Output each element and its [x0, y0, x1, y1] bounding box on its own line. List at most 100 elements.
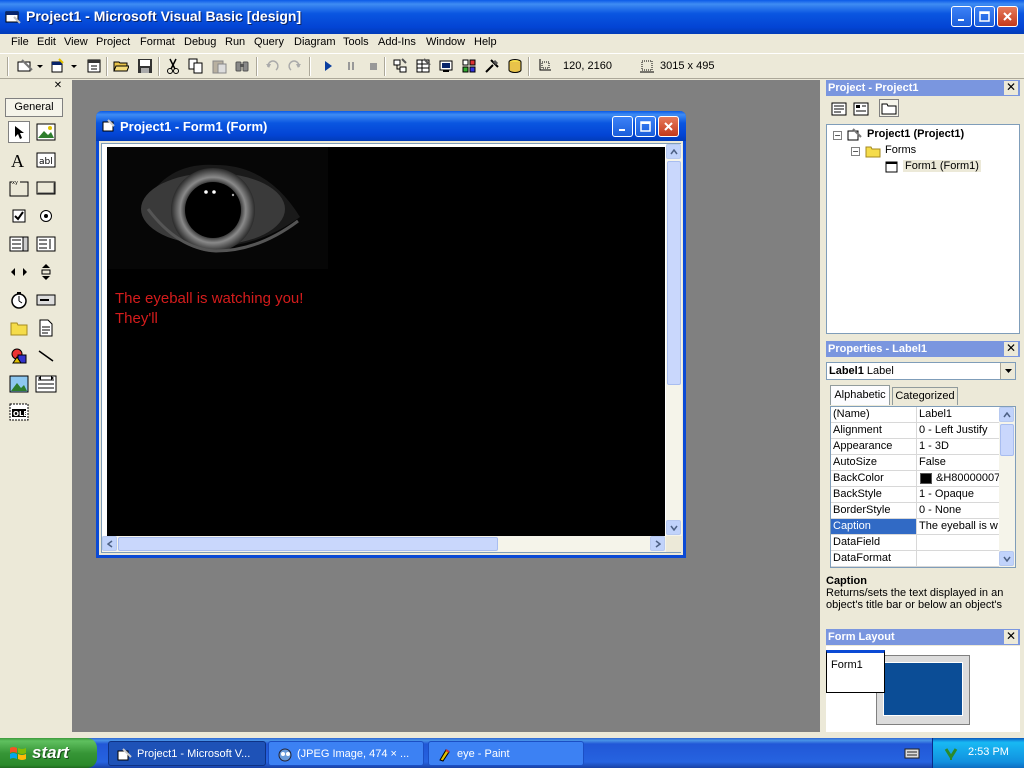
menu-tools[interactable]: Tools — [343, 36, 369, 48]
form-layout-close-icon[interactable]: ✕ — [1004, 630, 1018, 644]
toolbox-close-icon[interactable]: ✕ — [52, 80, 64, 92]
tab-alphabetic[interactable]: Alphabetic — [830, 385, 890, 405]
property-row[interactable]: (Name) Label1 — [831, 407, 999, 423]
app-titlebar[interactable]: Project1 - Microsoft Visual Basic [desig… — [0, 0, 1024, 34]
ole-tool-icon[interactable]: OLE — [8, 401, 30, 423]
label-tool-icon[interactable]: A — [8, 149, 30, 171]
vertical-scroll-thumb[interactable] — [667, 161, 681, 385]
combobox-tool-icon[interactable] — [8, 233, 30, 255]
scroll-left-icon[interactable] — [102, 536, 117, 551]
tree-form1-item[interactable]: Form1 (Form1) — [903, 160, 981, 172]
form-minimize-button[interactable] — [612, 116, 633, 137]
menu-run[interactable]: Run — [225, 36, 245, 48]
pointer-tool-icon[interactable] — [8, 121, 30, 143]
scroll-up-icon[interactable] — [666, 144, 681, 159]
props-scroll-down-icon[interactable] — [999, 551, 1014, 566]
task-vb[interactable]: Project1 - Microsoft V... — [108, 741, 266, 766]
open-folder-icon[interactable] — [111, 57, 131, 75]
menu-add-ins[interactable]: Add-Ins — [378, 36, 416, 48]
property-row[interactable]: DataField — [831, 535, 999, 551]
start-run-icon[interactable] — [318, 57, 338, 75]
toolbox-icon[interactable] — [482, 57, 502, 75]
toolbox-tab-general[interactable]: General — [5, 98, 63, 117]
menu-debug[interactable]: Debug — [184, 36, 216, 48]
collapse-forms-icon[interactable]: − — [851, 147, 860, 156]
copy-icon[interactable] — [186, 57, 206, 75]
property-row[interactable]: Appearance 1 - 3D — [831, 439, 999, 455]
line-tool-icon[interactable] — [35, 345, 57, 367]
scroll-down-icon[interactable] — [666, 520, 681, 535]
cut-icon[interactable] — [163, 57, 183, 75]
tab-categorized[interactable]: Categorized — [892, 387, 958, 405]
project-panel-close-icon[interactable]: ✕ — [1004, 81, 1018, 95]
property-row[interactable]: BorderStyle 0 - None — [831, 503, 999, 519]
menu-file[interactable]: File — [11, 36, 29, 48]
property-row[interactable]: AutoSize False — [831, 455, 999, 471]
horizontal-scroll-thumb[interactable] — [118, 537, 498, 551]
shape-tool-icon[interactable] — [8, 345, 30, 367]
properties-window-icon[interactable] — [413, 57, 433, 75]
minimize-button[interactable] — [951, 6, 972, 27]
close-button[interactable] — [997, 6, 1018, 27]
form-horizontal-scrollbar[interactable] — [102, 536, 666, 552]
form-window-titlebar[interactable]: Project1 - Form1 (Form) — [96, 111, 686, 141]
commandbutton-tool-icon[interactable] — [35, 177, 57, 199]
menu-query[interactable]: Query — [254, 36, 284, 48]
menu-window[interactable]: Window — [426, 36, 465, 48]
start-button[interactable]: start — [0, 738, 97, 768]
checkbox-tool-icon[interactable] — [8, 205, 30, 227]
menu-edit[interactable]: Edit — [37, 36, 56, 48]
eyeball-image[interactable] — [108, 147, 328, 269]
tree-forms-folder[interactable]: Forms — [885, 144, 916, 156]
project-explorer-icon[interactable] — [390, 57, 410, 75]
form-close-button[interactable] — [658, 116, 679, 137]
filelistbox-tool-icon[interactable] — [35, 317, 57, 339]
timer-tool-icon[interactable] — [8, 289, 30, 311]
menu-editor-icon[interactable] — [84, 57, 104, 75]
chevron-down-icon[interactable] — [1000, 363, 1015, 379]
form-vertical-scrollbar[interactable] — [666, 144, 682, 536]
properties-panel-close-icon[interactable]: ✕ — [1004, 342, 1018, 356]
add-form-icon[interactable] — [48, 57, 80, 75]
optionbutton-tool-icon[interactable] — [35, 205, 57, 227]
property-row[interactable]: DataFormat — [831, 551, 999, 567]
form-layout-panel-title[interactable]: Form Layout — [826, 629, 1020, 645]
data-tool-icon[interactable] — [35, 373, 57, 395]
menu-view[interactable]: View — [64, 36, 88, 48]
props-scroll-up-icon[interactable] — [999, 407, 1014, 422]
menu-help[interactable]: Help — [474, 36, 497, 48]
form-maximize-button[interactable] — [635, 116, 656, 137]
tree-project-root[interactable]: Project1 (Project1) — [867, 128, 964, 140]
view-object-icon[interactable] — [851, 100, 871, 118]
menu-project[interactable]: Project — [96, 36, 130, 48]
drivelistbox-tool-icon[interactable] — [35, 289, 57, 311]
property-row-selected[interactable]: Caption The eyeball is w — [831, 519, 999, 535]
scroll-right-icon[interactable] — [650, 536, 665, 551]
properties-scrollbar[interactable] — [999, 407, 1015, 567]
form-layout-icon[interactable] — [436, 57, 456, 75]
menu-format[interactable]: Format — [140, 36, 175, 48]
picturebox-tool-icon[interactable] — [35, 121, 57, 143]
save-icon[interactable] — [135, 57, 155, 75]
form1-design-surface[interactable]: The eyeball is watching you! They'll — [107, 147, 665, 537]
object-browser-icon[interactable] — [459, 57, 479, 75]
resize-grip-icon[interactable] — [666, 536, 682, 552]
hscrollbar-tool-icon[interactable] — [8, 261, 30, 283]
property-row[interactable]: Alignment 0 - Left Justify — [831, 423, 999, 439]
dirlistbox-tool-icon[interactable] — [8, 317, 30, 339]
view-code-icon[interactable] — [829, 100, 849, 118]
project-panel-title[interactable]: Project - Project1 — [826, 80, 1020, 96]
textbox-tool-icon[interactable]: abl — [35, 149, 57, 171]
object-selector-combo[interactable]: Label1 Label — [826, 362, 1016, 380]
property-row[interactable]: BackStyle 1 - Opaque — [831, 487, 999, 503]
property-row[interactable]: BackColor &H80000007 — [831, 471, 999, 487]
toolbar-grip[interactable] — [7, 57, 9, 76]
collapse-icon[interactable]: − — [833, 131, 842, 140]
vscrollbar-tool-icon[interactable] — [35, 261, 57, 283]
task-paint[interactable]: eye - Paint — [428, 741, 584, 766]
properties-panel-title[interactable]: Properties - Label1 — [826, 341, 1020, 357]
props-scroll-thumb[interactable] — [1000, 424, 1014, 456]
task-browser[interactable]: (JPEG Image, 474 × ... — [268, 741, 424, 766]
listbox-tool-icon[interactable] — [35, 233, 57, 255]
find-icon[interactable] — [232, 57, 252, 75]
